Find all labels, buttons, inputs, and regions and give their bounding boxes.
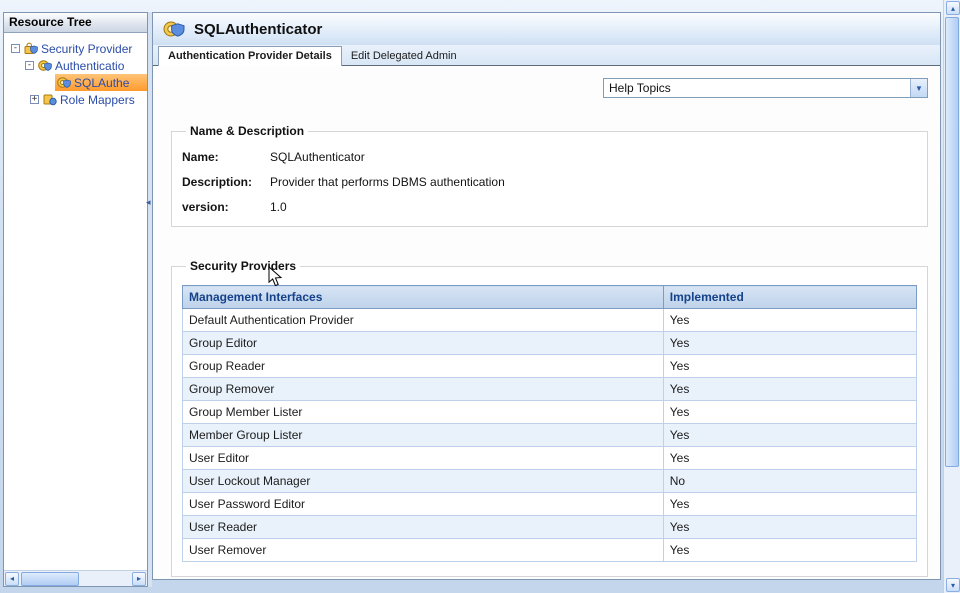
tree-item-security-providers[interactable]: - Security Provider [11,40,147,57]
vertical-scroll-thumb[interactable] [945,17,959,467]
table-row: Group Member ListerYes [183,401,917,424]
table-row: User ReaderYes [183,516,917,539]
scroll-right-icon[interactable]: ▸ [132,572,146,586]
implemented-cell: Yes [663,493,916,516]
management-interface-cell: Default Authentication Provider [183,309,664,332]
dropdown-arrow-icon[interactable]: ▼ [910,79,927,97]
role-mappers-icon [43,93,57,106]
implemented-cell: Yes [663,401,916,424]
implemented-cell: Yes [663,309,916,332]
table-row: User EditorYes [183,447,917,470]
resource-tree-title: Resource Tree [4,13,147,33]
column-header-implemented: Implemented [663,286,916,309]
tab-bar: Authentication Provider Details Edit Del… [153,45,940,66]
section-legend: Name & Description [186,124,308,138]
management-interface-cell: Group Remover [183,378,664,401]
management-interface-cell: Group Reader [183,355,664,378]
management-interface-cell: User Reader [183,516,664,539]
resource-tree: - Security Provider - Authenticatio SQLA… [4,33,147,108]
security-providers-section: Security Providers Management Interfaces… [171,259,928,577]
sidebar-horizontal-scrollbar[interactable]: ◂ ▸ [4,570,147,586]
management-interface-cell: Member Group Lister [183,424,664,447]
tree-item-label: Security Provider [41,42,132,56]
tab-content: Help Topics ▼ Name & Description Name: S… [153,66,940,579]
scroll-up-icon[interactable]: ▴ [946,1,960,15]
management-interface-cell: User Editor [183,447,664,470]
name-value: SQLAuthenticator [270,150,917,164]
page-title: SQLAuthenticator [194,21,322,38]
description-label: Description: [182,175,270,189]
section-legend: Security Providers [186,259,300,273]
tree-item-label: Role Mappers [60,93,135,107]
implemented-cell: No [663,470,916,493]
collapse-toggle-icon[interactable]: - [11,44,20,53]
provider-badge-icon [163,19,186,39]
horizontal-scroll-thumb[interactable] [21,572,79,586]
management-interface-cell: User Remover [183,539,664,562]
collapse-toggle-icon[interactable]: - [25,61,34,70]
column-header-management-interfaces: Management Interfaces [183,286,664,309]
name-label: Name: [182,150,270,164]
implemented-cell: Yes [663,332,916,355]
implemented-cell: Yes [663,447,916,470]
table-header-row: Management Interfaces Implemented [183,286,917,309]
management-interfaces-table: Management Interfaces Implemented Defaul… [182,285,917,562]
main-panel: SQLAuthenticator Authentication Provider… [152,12,941,580]
tree-item-authentication[interactable]: - Authenticatio [25,57,147,74]
authentication-icon [38,59,52,72]
help-topics-dropdown[interactable]: Help Topics ▼ [603,78,928,98]
help-topics-row: Help Topics ▼ [169,78,928,98]
tree-item-role-mappers[interactable]: + Role Mappers [30,91,147,108]
scroll-left-icon[interactable]: ◂ [5,572,19,586]
table-row: User Lockout ManagerNo [183,470,917,493]
implemented-cell: Yes [663,355,916,378]
implemented-cell: Yes [663,424,916,447]
scroll-down-icon[interactable]: ▾ [946,578,960,592]
tree-item-label: Authenticatio [55,59,124,73]
implemented-cell: Yes [663,539,916,562]
name-description-fields: Name: SQLAuthenticator Description: Prov… [182,150,917,214]
tree-selection-highlight: SQLAuthe [55,74,147,91]
table-row: User Password EditorYes [183,493,917,516]
dropdown-selected-value: Help Topics [609,81,671,95]
table-row: Member Group ListerYes [183,424,917,447]
page-header: SQLAuthenticator [153,13,940,45]
tree-item-sqlauthenticator-selected[interactable]: SQLAuthe [55,74,147,91]
description-value: Provider that performs DBMS authenticati… [270,175,917,189]
implemented-cell: Yes [663,378,916,401]
version-label: version: [182,200,270,214]
table-row: User RemoverYes [183,539,917,562]
version-value: 1.0 [270,200,917,214]
providers-table-body: Default Authentication ProviderYesGroup … [183,309,917,562]
management-interface-cell: User Password Editor [183,493,664,516]
name-description-section: Name & Description Name: SQLAuthenticato… [171,124,928,227]
management-interface-cell: User Lockout Manager [183,470,664,493]
main-vertical-scrollbar[interactable]: ▴ ▾ [943,0,960,593]
tab-authentication-provider-details[interactable]: Authentication Provider Details [158,46,342,66]
management-interface-cell: Group Editor [183,332,664,355]
expand-toggle-icon[interactable]: + [30,95,39,104]
management-interface-cell: Group Member Lister [183,401,664,424]
implemented-cell: Yes [663,516,916,539]
tab-edit-delegated-admin[interactable]: Edit Delegated Admin [342,47,466,65]
splitter-collapse-icon[interactable]: ◂ [146,198,151,207]
table-row: Group EditorYes [183,332,917,355]
tree-item-label: SQLAuthe [74,76,129,90]
table-row: Group RemoverYes [183,378,917,401]
resource-tree-panel: Resource Tree - Security Provider - Auth… [3,12,148,587]
security-provider-icon [24,42,38,55]
sql-authenticator-icon [57,76,71,89]
table-row: Group ReaderYes [183,355,917,378]
table-row: Default Authentication ProviderYes [183,309,917,332]
